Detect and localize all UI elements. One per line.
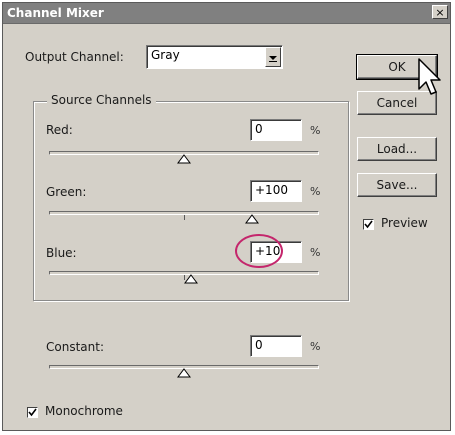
channel-mixer-dialog: Channel Mixer × Output Channel: Gray Sou… — [2, 2, 451, 431]
output-channel-select[interactable]: Gray — [146, 45, 283, 69]
red-label: Red: — [46, 123, 73, 137]
blue-label: Blue: — [46, 246, 77, 260]
green-percent-unit: % — [310, 185, 321, 198]
source-channels-legend: Source Channels — [47, 93, 156, 107]
save-button[interactable]: Save... — [357, 173, 437, 197]
highlight-circle — [235, 234, 283, 268]
dialog-title: Channel Mixer — [7, 6, 104, 20]
constant-input[interactable]: 0 — [250, 335, 302, 357]
green-input[interactable]: +100 — [250, 180, 302, 202]
close-button[interactable]: × — [432, 5, 448, 19]
red-input[interactable]: 0 — [250, 119, 302, 141]
preview-label: Preview — [381, 216, 428, 230]
load-button[interactable]: Load... — [357, 137, 437, 161]
green-slider-center-tick — [184, 215, 185, 220]
blue-percent-unit: % — [310, 246, 321, 259]
constant-percent-unit: % — [310, 340, 321, 353]
arrow-cursor-icon — [418, 58, 442, 101]
checkmark-icon — [28, 408, 37, 417]
green-value: +100 — [255, 183, 288, 197]
output-channel-label: Output Channel: — [25, 50, 124, 64]
green-label: Green: — [46, 185, 87, 199]
title-bar: Channel Mixer × — [3, 3, 450, 24]
preview-checkbox[interactable] — [363, 219, 374, 230]
red-percent-unit: % — [310, 124, 321, 137]
constant-label: Constant: — [46, 340, 104, 354]
red-value: 0 — [255, 122, 263, 136]
checkmark-icon — [364, 220, 373, 229]
monochrome-checkbox[interactable] — [27, 407, 38, 418]
monochrome-label: Monochrome — [45, 404, 123, 418]
constant-value: 0 — [255, 338, 263, 352]
chevron-down-icon[interactable] — [265, 47, 281, 67]
output-channel-value: Gray — [151, 48, 180, 62]
